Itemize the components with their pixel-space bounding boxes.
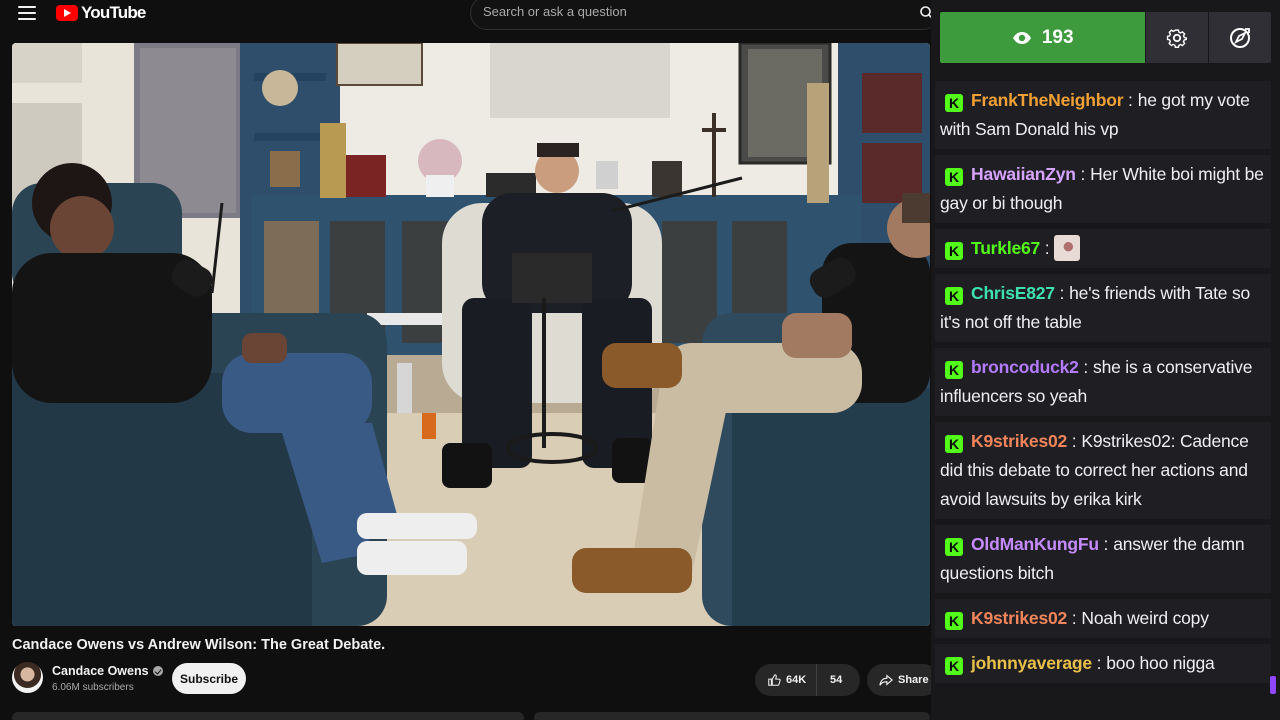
- video-player[interactable]: [12, 43, 930, 626]
- chat-message: K K9strikes02 : Noah weird copy: [935, 599, 1271, 638]
- kick-badge-icon: K: [945, 168, 963, 186]
- eye-icon: [1012, 31, 1031, 44]
- chat-username[interactable]: ChrisE827: [971, 283, 1055, 303]
- kick-badge-icon: K: [945, 657, 963, 675]
- kick-badge-icon: K: [945, 612, 963, 630]
- chat-username[interactable]: HawaiianZyn: [971, 164, 1076, 184]
- chat-separator: :: [1123, 90, 1133, 110]
- chat-username[interactable]: OldManKungFu: [971, 534, 1099, 554]
- chat-message: K FrankTheNeighbor : he got my vote with S…: [935, 81, 1271, 149]
- youtube-play-icon: [56, 5, 78, 21]
- channel-name: Candace Owens: [52, 664, 149, 678]
- kick-badge-icon: K: [945, 538, 963, 556]
- video-frame: [12, 43, 930, 626]
- chat-message: K HawaiianZyn : Her White boi might be gay…: [935, 155, 1271, 223]
- kick-badge-icon: K: [945, 361, 963, 379]
- below-card-right: [534, 712, 930, 720]
- dislike-button[interactable]: 54: [817, 674, 842, 686]
- chat-separator: :: [1067, 431, 1077, 451]
- chat-message: Kbroncoduck2 : she is a conservative infl…: [935, 348, 1271, 416]
- like-dislike-group: 64K 54: [755, 664, 860, 696]
- youtube-header: YouTube: [0, 0, 940, 30]
- chat-message-list: K FrankTheNeighbor : he got my vote with S…: [935, 81, 1271, 689]
- youtube-logo[interactable]: YouTube: [56, 3, 146, 23]
- chat-username[interactable]: K9strikes02: [971, 608, 1067, 628]
- chat-username[interactable]: broncoduck2: [971, 357, 1079, 377]
- chat-username[interactable]: Turkle67: [971, 238, 1040, 258]
- menu-icon[interactable]: [18, 6, 36, 20]
- chat-separator: :: [1040, 238, 1050, 258]
- viewer-count: 193: [1041, 26, 1074, 48]
- chat-username[interactable]: FrankTheNeighbor: [971, 90, 1124, 110]
- share-button[interactable]: Share: [867, 664, 939, 696]
- chat-username[interactable]: K9strikes02: [971, 431, 1067, 451]
- chat-username[interactable]: johnnyaverage: [971, 653, 1092, 673]
- emote-icon: [1054, 235, 1081, 261]
- channel-avatar[interactable]: [12, 662, 43, 693]
- chat-separator: :: [1078, 357, 1089, 377]
- thumbs-up-icon: [768, 674, 781, 686]
- kick-badge-icon: K: [945, 242, 963, 260]
- kick-badge-icon: K: [945, 435, 963, 453]
- chat-settings-button[interactable]: [1146, 12, 1209, 63]
- chat-separator: :: [1091, 653, 1102, 673]
- subscribe-button[interactable]: Subscribe: [172, 663, 246, 694]
- chat-message: K ChrisE827 : he's friends with Tate so it…: [935, 274, 1271, 342]
- channel-name-link[interactable]: Candace Owens: [52, 664, 163, 678]
- compass-icon: [1230, 27, 1251, 48]
- like-button[interactable]: 64K: [755, 664, 817, 696]
- search-input[interactable]: [483, 4, 903, 19]
- share-icon: [879, 674, 893, 686]
- chat-toolbar: 193: [940, 12, 1271, 63]
- chat-message-text: boo hoo nigga: [1106, 653, 1215, 673]
- share-label: Share: [898, 674, 929, 686]
- chat-message: K Turkle67 :: [935, 229, 1271, 268]
- chat-panel: 193 K FrankTheNeighbor : he got my vote wi…: [931, 0, 1280, 720]
- chat-message: K K9strikes02 : K9strikes02: Cadence did t…: [935, 422, 1271, 519]
- chat-message: K OldManKungFu : answer the damn questions…: [935, 525, 1271, 593]
- dislike-label: 54: [830, 674, 843, 686]
- chat-separator: :: [1054, 283, 1065, 303]
- verified-icon: [152, 666, 163, 676]
- like-count: 64K: [786, 674, 807, 686]
- kick-badge-icon: K: [945, 287, 963, 305]
- subscriber-count: 6.06M subscribers: [52, 682, 134, 693]
- chat-separator: :: [1067, 608, 1077, 628]
- chat-message-text: Noah weird copy: [1081, 608, 1209, 628]
- chat-message: Kjohnnyaverage : boo hoo nigga: [935, 644, 1271, 683]
- chat-separator: :: [1075, 164, 1086, 184]
- video-title: Candace Owens vs Andrew Wilson: The Grea…: [12, 637, 386, 653]
- chat-separator: :: [1098, 534, 1109, 554]
- viewer-count-button[interactable]: 193: [940, 12, 1146, 63]
- kick-badge-icon: K: [945, 94, 963, 112]
- below-card-left: [12, 712, 524, 720]
- gear-icon: [1167, 28, 1188, 48]
- search-box: [470, 0, 940, 30]
- chat-popout-button[interactable]: [1209, 12, 1271, 63]
- chat-scrollbar[interactable]: [1270, 676, 1276, 694]
- youtube-logo-text: YouTube: [81, 3, 146, 22]
